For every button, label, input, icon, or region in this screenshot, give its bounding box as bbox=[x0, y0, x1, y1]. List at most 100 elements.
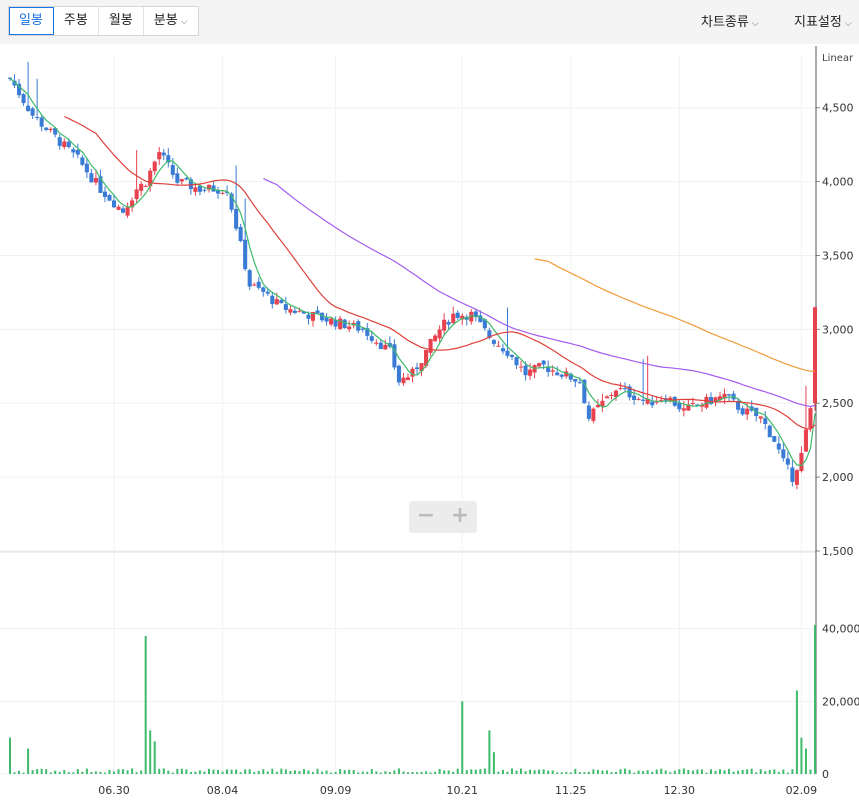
candle-body bbox=[234, 208, 239, 229]
volume-bar bbox=[321, 771, 324, 774]
candle-body bbox=[514, 357, 519, 366]
volume-bar bbox=[58, 772, 61, 774]
volume-bar bbox=[370, 769, 373, 774]
candle-body bbox=[396, 365, 401, 383]
candle-body bbox=[252, 284, 257, 286]
volume-bar bbox=[49, 772, 52, 774]
volume-bar bbox=[804, 748, 807, 774]
y-tick-label: 3,000 bbox=[822, 323, 854, 336]
candle-body bbox=[772, 436, 777, 442]
candle-body bbox=[491, 340, 496, 344]
volume-tick-label: 0 bbox=[822, 768, 829, 781]
zoom-out-button[interactable]: − bbox=[409, 501, 443, 533]
candle-body bbox=[175, 173, 180, 183]
volume-bar bbox=[244, 769, 247, 774]
volume-bar bbox=[655, 769, 658, 774]
candle-body bbox=[451, 313, 456, 323]
candle-body bbox=[274, 299, 279, 305]
volume-bar bbox=[691, 770, 694, 774]
x-tick-label: 12.30 bbox=[664, 784, 696, 797]
candle-body bbox=[161, 152, 166, 156]
candle-body bbox=[541, 360, 546, 365]
volume-bar bbox=[728, 768, 731, 774]
tab-daily[interactable]: 일봉 bbox=[9, 7, 54, 35]
volume-bar bbox=[293, 770, 296, 774]
tab-monthly[interactable]: 월봉 bbox=[99, 7, 144, 35]
candle-body bbox=[338, 318, 343, 329]
candle-body bbox=[808, 408, 813, 429]
volume-bar bbox=[578, 772, 581, 774]
volume-bar bbox=[126, 770, 129, 774]
volume-bar bbox=[316, 768, 319, 774]
y-tick-label: 1,500 bbox=[822, 545, 854, 558]
candle-body bbox=[202, 189, 207, 191]
volume-bar bbox=[786, 772, 789, 774]
candle-body bbox=[374, 342, 379, 344]
volume-bar bbox=[443, 770, 446, 774]
volume-bar bbox=[85, 768, 88, 774]
tab-weekly[interactable]: 주봉 bbox=[54, 7, 99, 35]
volume-bar bbox=[76, 769, 79, 774]
stock-chart-svg: 4,500 4,000 3,500 3,000 2,500 2,000 1,500 40,00… bbox=[0, 46, 859, 797]
chart-area[interactable]: 4,500 4,000 3,500 3,000 2,500 2,000 1,500 40,00… bbox=[0, 46, 859, 804]
volume-bar bbox=[465, 770, 468, 774]
y-tick-label: 3,500 bbox=[822, 249, 854, 262]
candle-body bbox=[523, 365, 528, 376]
volume-bar bbox=[737, 770, 740, 774]
candle-body bbox=[677, 403, 682, 410]
candle-body bbox=[21, 94, 26, 104]
volume-bar bbox=[520, 768, 523, 774]
volume-bar bbox=[406, 772, 409, 774]
candle-body bbox=[455, 312, 460, 318]
chevron-down-icon: ⌵ bbox=[751, 19, 759, 29]
volume-bar bbox=[610, 772, 613, 774]
candle-body bbox=[591, 408, 596, 421]
volume-bar bbox=[673, 770, 676, 774]
candle-body bbox=[220, 193, 225, 195]
indicator-settings-label: 지표설정 bbox=[794, 15, 842, 30]
candle-body bbox=[152, 161, 157, 172]
candle-body bbox=[405, 377, 411, 381]
volume-bar bbox=[524, 771, 527, 774]
candle-body bbox=[329, 318, 334, 325]
candle-body bbox=[618, 388, 623, 390]
volume-bar bbox=[307, 770, 310, 774]
volume-bar bbox=[773, 769, 776, 774]
candle-body bbox=[26, 105, 31, 112]
volume-bar bbox=[375, 771, 378, 774]
candle-body bbox=[89, 173, 94, 183]
candle-body bbox=[812, 307, 818, 404]
volume-bar bbox=[180, 768, 183, 774]
candle-body bbox=[794, 470, 799, 485]
indicator-settings-menu[interactable]: 지표설정 ⌵ bbox=[794, 11, 852, 30]
volume-bar bbox=[574, 768, 577, 774]
volume-bar bbox=[696, 769, 699, 774]
volume-bar bbox=[664, 770, 667, 774]
volume-bar bbox=[479, 769, 482, 774]
volume-bar bbox=[565, 771, 568, 774]
candle-body bbox=[500, 348, 505, 352]
volume-tick-label: 40,000,0 bbox=[822, 623, 859, 636]
candle-body bbox=[30, 108, 35, 116]
volume-bar bbox=[284, 769, 287, 774]
candle-body bbox=[632, 395, 637, 400]
candle-body bbox=[767, 425, 772, 438]
chart-type-menu[interactable]: 차트종류 ⌵ bbox=[701, 11, 759, 30]
volume-bar bbox=[271, 768, 274, 774]
zoom-in-button[interactable]: + bbox=[443, 501, 477, 533]
candle-body bbox=[39, 117, 44, 127]
candle-body bbox=[93, 178, 98, 183]
volume-bar bbox=[22, 772, 25, 774]
volume-bar bbox=[497, 771, 500, 774]
volume-bar bbox=[31, 770, 34, 774]
volume-bar bbox=[411, 772, 414, 774]
volume-bar bbox=[651, 771, 654, 774]
volume-bar bbox=[583, 772, 586, 774]
candle-body bbox=[654, 401, 659, 403]
candle-body bbox=[35, 116, 40, 118]
ma5-line bbox=[9, 77, 816, 467]
x-tick-label: 08.04 bbox=[207, 784, 239, 797]
candle-body bbox=[270, 295, 275, 305]
tab-minute[interactable]: 분봉 ⌵ bbox=[144, 7, 198, 35]
volume-bar bbox=[397, 768, 400, 774]
